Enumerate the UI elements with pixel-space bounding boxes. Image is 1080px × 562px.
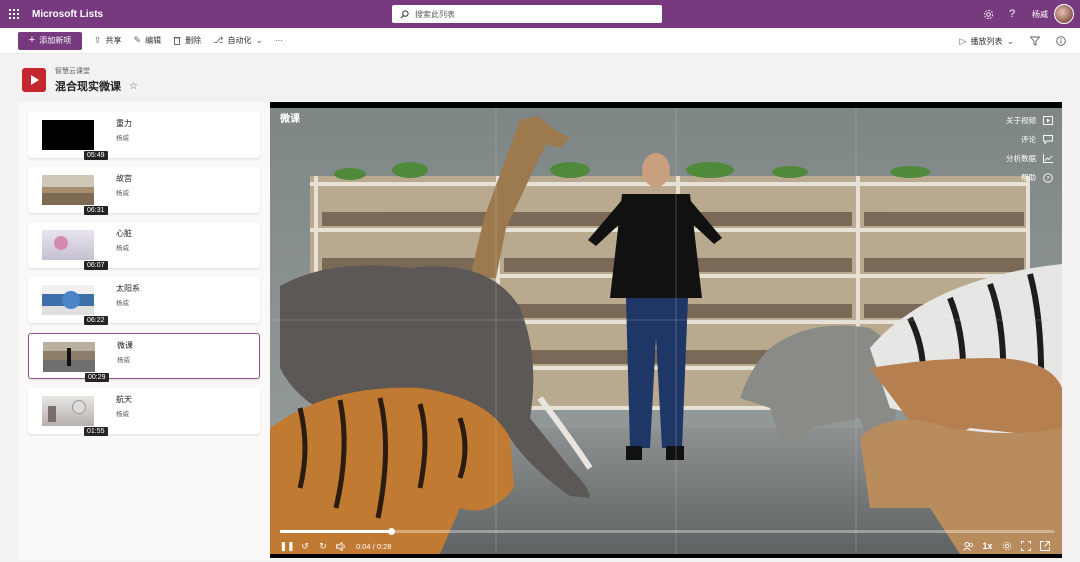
info-icon [1056, 36, 1066, 46]
filter-icon [1030, 36, 1040, 46]
card-title: 故宫 [116, 174, 132, 183]
search-icon [400, 9, 409, 18]
help-label: 帮助 [1021, 173, 1036, 182]
video-card[interactable]: 06:22 太阳系 杨威 [28, 277, 260, 325]
list-header: 智慧云课堂 混合现实微课 ☆ [22, 66, 138, 94]
settings-gear-icon[interactable] [997, 541, 1016, 551]
card-title: 太阳系 [116, 284, 140, 293]
time-display: 0:04 / 0:28 [356, 541, 392, 551]
volume-icon[interactable] [332, 541, 350, 551]
card-title: 重力 [116, 119, 132, 128]
playlist-pane: 05:49 重力 杨威 06:31 故宫 杨威 06:07 心脏 杨威 06:2… [18, 102, 270, 560]
card-author: 杨威 [117, 357, 130, 364]
suite-bar: Microsoft Lists 搜索此列表 ? 杨威 [0, 0, 1080, 28]
help-icon[interactable]: ? [1000, 0, 1024, 28]
edit-button[interactable]: ✎ 编辑 [134, 35, 162, 46]
share-label: 共享 [105, 36, 122, 45]
comment-icon [1042, 135, 1054, 145]
analytics-label: 分析数据 [1006, 154, 1036, 163]
card-author: 杨威 [116, 190, 129, 197]
card-title: 心脏 [116, 229, 132, 238]
play-outline-icon: ▷ [959, 35, 967, 46]
duration-badge: 05:49 [84, 151, 108, 160]
about-video-label: 关于视频 [1006, 116, 1036, 125]
view-switcher-button[interactable]: ▷ 播放列表 ⌄ [960, 36, 1014, 47]
about-video-button[interactable]: 关于视频 [1006, 111, 1054, 130]
flow-icon: ⎇ [213, 35, 224, 45]
duration-badge: 00:29 [85, 373, 109, 382]
duration-badge: 01:55 [84, 427, 108, 436]
settings-gear-icon[interactable] [976, 0, 1000, 28]
search-input[interactable]: 搜索此列表 [392, 5, 662, 23]
favorite-star-icon[interactable]: ☆ [129, 81, 138, 92]
card-author: 杨威 [116, 135, 129, 142]
video-card[interactable]: 05:49 重力 杨威 [28, 112, 260, 160]
plus-icon: + [28, 34, 36, 46]
rewind-10-icon[interactable]: ↺ [296, 541, 314, 552]
svg-text:?: ? [1046, 175, 1049, 182]
info-button[interactable] [1056, 36, 1066, 46]
fullscreen-icon[interactable] [1016, 541, 1035, 551]
more-label: ··· [275, 36, 284, 45]
video-card-selected[interactable]: 00:29 微课 杨威 [28, 333, 260, 382]
question-circle-icon: ? [1042, 172, 1054, 183]
add-new-item-button[interactable]: + 添加新项 [18, 31, 82, 50]
help-button[interactable]: 帮助 ? [1006, 168, 1054, 187]
delete-label: 删除 [185, 36, 202, 45]
pause-icon[interactable]: ❚❚ [278, 541, 296, 552]
filter-button[interactable] [1030, 36, 1040, 46]
video-card[interactable]: 01:55 航天 杨威 [28, 388, 260, 436]
chevron-down-icon: ⌄ [1006, 35, 1014, 46]
video-info-icon [1042, 116, 1054, 126]
share-icon: ⇪ [94, 35, 102, 45]
add-new-item-label: 添加新项 [39, 36, 72, 45]
app-title[interactable]: Microsoft Lists [32, 9, 103, 20]
comments-button[interactable]: 评论 [1006, 130, 1054, 149]
command-bar: + 添加新项 ⇪ 共享 ✎ 编辑 删除 ⎇ 自动化 ⌄ ··· ▷ 播放列表 ⌄ [0, 28, 1080, 54]
list-icon [22, 68, 46, 92]
app-launcher-icon[interactable] [0, 0, 28, 28]
chart-icon [1042, 154, 1054, 164]
avatar[interactable] [1054, 4, 1074, 24]
player-controls: ❚❚ ↺ ↻ 0:04 / 0:28 1x [278, 538, 1054, 554]
chevron-down-icon: ⌄ [255, 35, 264, 45]
trash-icon [173, 37, 181, 45]
video-title: 微课 [280, 114, 300, 125]
site-name[interactable]: 智慧云课堂 [55, 66, 138, 76]
video-frame [270, 108, 1062, 554]
delete-button[interactable]: 删除 [173, 35, 201, 46]
duration-badge: 06:31 [84, 206, 108, 215]
card-author: 杨威 [116, 300, 129, 307]
card-title: 微课 [117, 341, 133, 350]
playback-speed-button[interactable]: 1x [978, 541, 997, 551]
view-label: 播放列表 [970, 36, 1003, 46]
card-author: 杨威 [116, 411, 129, 418]
pencil-icon: ✎ [133, 35, 142, 45]
video-card[interactable]: 06:31 故宫 杨威 [28, 167, 260, 215]
search-placeholder: 搜索此列表 [415, 9, 455, 19]
list-title: 混合现实微课 [55, 81, 121, 93]
duration-badge: 06:07 [84, 261, 108, 270]
duration-badge: 06:22 [84, 316, 108, 325]
edit-label: 编辑 [145, 36, 162, 45]
people-icon[interactable] [959, 541, 978, 551]
user-name[interactable]: 杨威 [1032, 9, 1048, 20]
progress-knob[interactable] [387, 528, 395, 535]
automate-button[interactable]: ⎇ 自动化 ⌄ [213, 35, 263, 46]
player-side-menu: 关于视频 评论 分析数据 帮助 ? [1006, 111, 1054, 187]
comments-label: 评论 [1021, 135, 1036, 144]
progress-bar[interactable] [280, 528, 1054, 535]
video-player[interactable]: 微课 关于视频 评论 分析数据 帮助 ? ❚❚ ↺ ↻ 0:04 / 0:28 … [270, 102, 1062, 558]
forward-10-icon[interactable]: ↻ [314, 541, 332, 552]
video-card[interactable]: 06:07 心脏 杨威 [28, 222, 260, 270]
list-title-row: 混合现实微课 ☆ [55, 78, 138, 94]
card-title: 航天 [116, 395, 132, 404]
automate-label: 自动化 [227, 36, 252, 45]
analytics-button[interactable]: 分析数据 [1006, 149, 1054, 168]
more-button[interactable]: ··· [275, 36, 283, 45]
progress-fill [280, 530, 391, 533]
share-button[interactable]: ⇪ 共享 [94, 35, 122, 46]
popout-icon[interactable] [1035, 541, 1054, 551]
card-author: 杨威 [116, 245, 129, 252]
